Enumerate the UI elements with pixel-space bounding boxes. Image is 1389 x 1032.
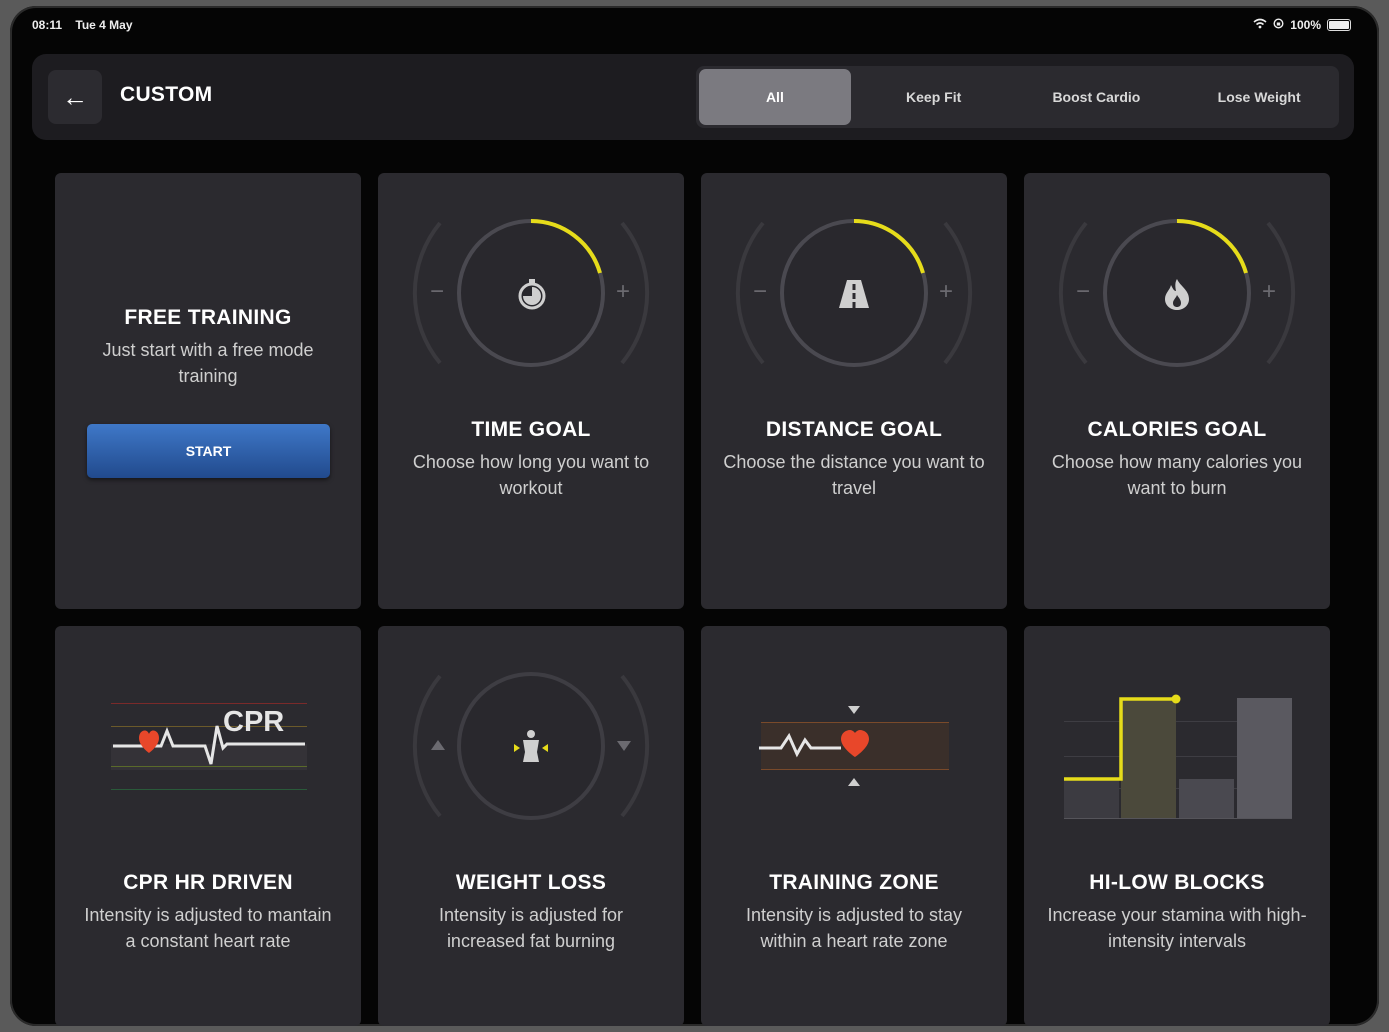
heart-icon [839, 729, 871, 764]
flame-icon [1162, 277, 1192, 316]
card-cpr-hr-driven[interactable]: CPR CPR HR DRIVEN Intensity is adjusted … [55, 626, 361, 1026]
cpr-illustration [111, 703, 307, 790]
card-free-training[interactable]: FREE TRAINING Just start with a free mod… [55, 173, 361, 609]
back-button[interactable]: ← [48, 70, 102, 124]
card-description: Intensity is adjusted to stay within a h… [745, 905, 963, 951]
card-distance-goal[interactable]: − + DISTANCE GOAL Choose the distance yo… [701, 173, 1007, 609]
card-description: Increase your stamina with high-intensit… [1047, 905, 1307, 951]
status-bar: 08:11 Tue 4 May 100% [32, 18, 1351, 36]
card-description: Choose how many calories you want to bur… [1051, 452, 1303, 498]
card-description: Intensity is adjusted to mantain a const… [84, 905, 332, 951]
card-title: CPR HR DRIVEN [123, 871, 293, 894]
cpr-label: CPR [223, 706, 285, 738]
tab-lose-weight[interactable]: Lose Weight [1179, 69, 1339, 125]
tab-keep-fit[interactable]: Keep Fit [854, 69, 1014, 125]
card-description: Choose the distance you want to travel [723, 452, 985, 498]
device-screen: 08:11 Tue 4 May 100% ← CUSTOM All Keep F… [10, 6, 1379, 1026]
card-title: WEIGHT LOSS [455, 871, 607, 894]
tab-boost-cardio[interactable]: Boost Cardio [1017, 69, 1177, 125]
decrease-button[interactable]: − [753, 278, 767, 306]
card-description: Intensity is adjusted for increased fat … [438, 905, 624, 951]
card-description: Choose how long you want to workout [412, 452, 650, 498]
increase-button[interactable]: + [1262, 278, 1276, 306]
top-bar: ← CUSTOM All Keep Fit Boost Cardio Lose … [32, 54, 1354, 140]
card-title: TRAINING ZONE [769, 871, 939, 894]
category-tabs: All Keep Fit Boost Cardio Lose Weight [696, 66, 1339, 128]
card-title: CALORIES GOAL [1087, 418, 1267, 441]
card-title: TIME GOAL [471, 418, 591, 441]
card-training-zone[interactable]: TRAINING ZONE Intensity is adjusted to s… [701, 626, 1007, 1026]
decrease-button[interactable]: − [1076, 278, 1090, 306]
card-hi-low-blocks[interactable]: HI-LOW BLOCKS Increase your stamina with… [1024, 626, 1330, 1026]
tab-all[interactable]: All [699, 69, 851, 125]
body-icon [512, 728, 550, 771]
battery-percent: 100% [1290, 18, 1321, 32]
status-time: 08:11 [32, 18, 63, 32]
arrow-left-icon: ← [62, 81, 88, 112]
page-title: CUSTOM [120, 83, 213, 106]
card-time-goal[interactable]: − + TIME GOAL Choose how long you want t… [378, 173, 684, 609]
card-title: FREE TRAINING [124, 306, 292, 329]
card-description: Just start with a free mode training [102, 340, 314, 386]
status-date: Tue 4 May [75, 18, 133, 32]
card-title: HI-LOW BLOCKS [1089, 871, 1265, 894]
lock-rotation-icon [1273, 18, 1284, 32]
increase-button[interactable]: + [616, 278, 630, 306]
wifi-icon [1253, 18, 1267, 32]
decrease-button[interactable]: − [430, 278, 444, 306]
card-weight-loss[interactable]: WEIGHT LOSS Intensity is adjusted for in… [378, 626, 684, 1026]
stopwatch-icon [515, 277, 549, 316]
road-icon [837, 277, 871, 316]
card-title: DISTANCE GOAL [765, 418, 943, 441]
hi-low-blocks-illustration [1064, 694, 1292, 819]
increase-button[interactable]: + [939, 278, 953, 306]
battery-icon [1327, 19, 1351, 31]
start-button[interactable]: START [87, 424, 330, 478]
card-calories-goal[interactable]: − + CALORIES GOAL Choose how many calori… [1024, 173, 1330, 609]
